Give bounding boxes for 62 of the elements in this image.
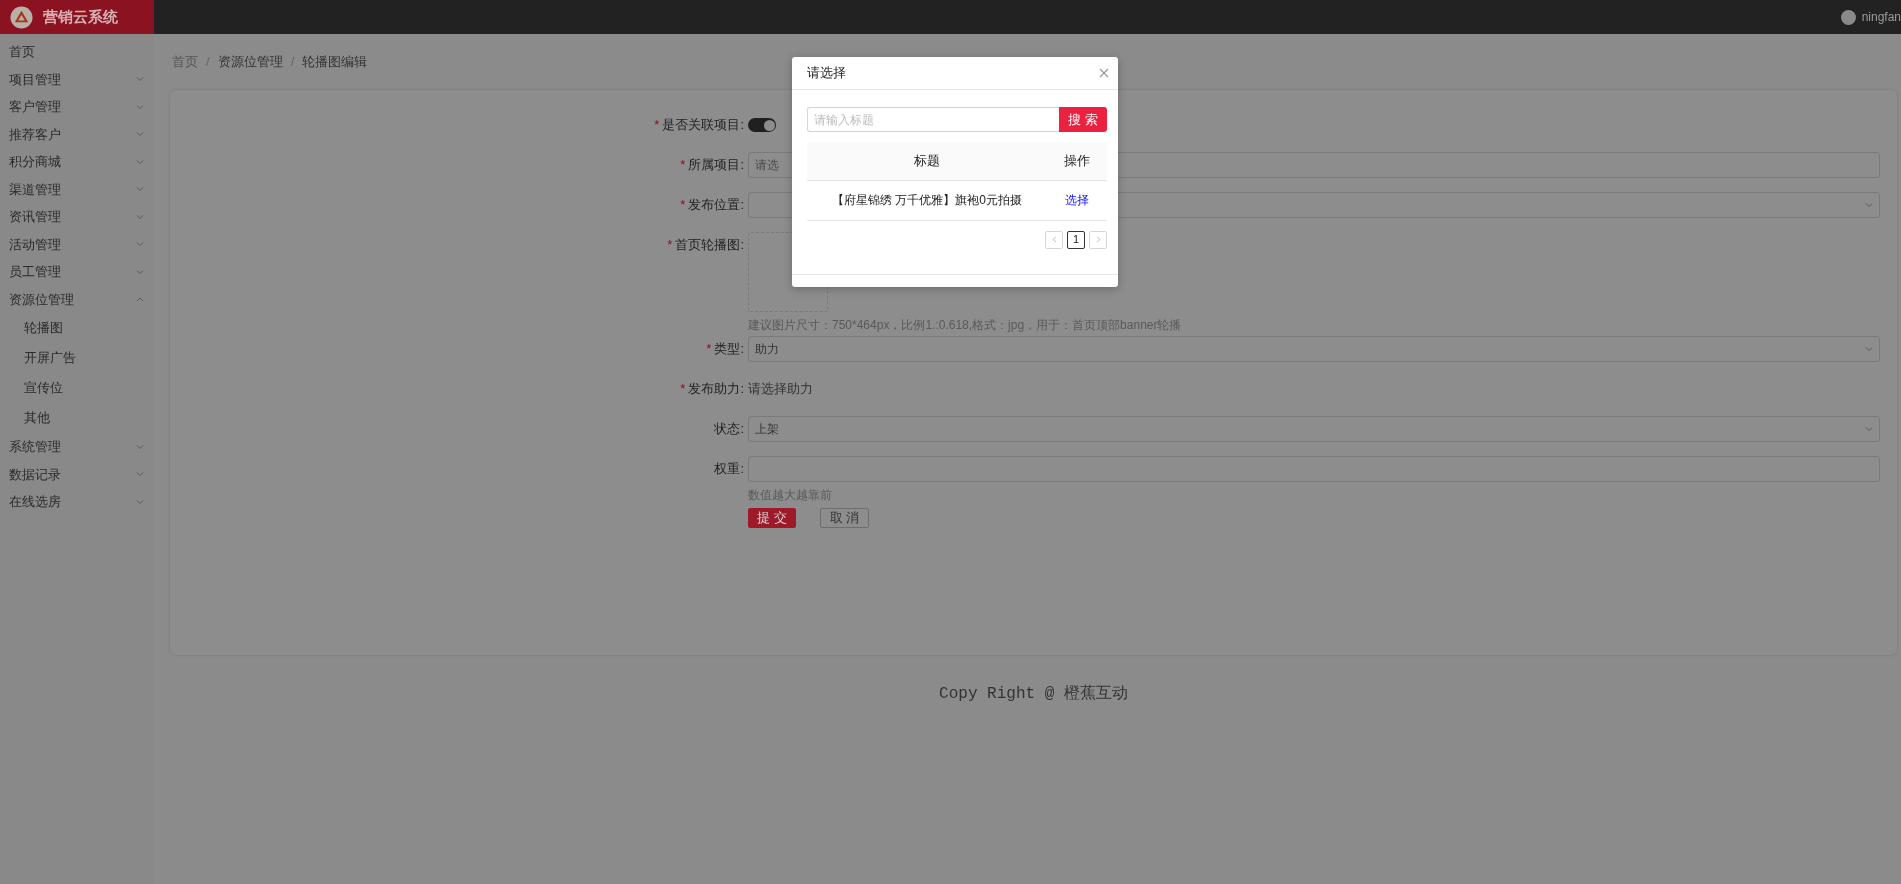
sidebar-item[interactable]: 客户管理 xyxy=(0,93,154,121)
required-mark: * xyxy=(680,157,686,172)
sidebar-item[interactable]: 活动管理 xyxy=(0,230,154,258)
breadcrumb-separator: / xyxy=(206,53,210,72)
breadcrumb-current: 轮播图编辑 xyxy=(302,53,368,72)
user-name[interactable]: ningfan xyxy=(1861,8,1901,26)
sidebar-item[interactable]: 项目管理 xyxy=(0,65,154,93)
page-button[interactable]: 1 xyxy=(1067,230,1085,249)
sidebar-subitem[interactable]: 宣传位 xyxy=(0,373,154,403)
previous-page-button[interactable] xyxy=(1045,230,1063,249)
search-field[interactable]: 请输入标题 xyxy=(807,107,1059,132)
chevron-down-icon xyxy=(1865,426,1873,432)
breadcrumb-link[interactable]: 资源位管理 xyxy=(217,52,283,72)
field-label: 首页轮播图: xyxy=(675,237,744,252)
field-label: 是否关联项目: xyxy=(662,117,744,132)
field-label: 所属项目: xyxy=(688,157,744,172)
column-header: 标题 xyxy=(807,142,1047,180)
sidebar-item[interactable]: 系统管理 xyxy=(0,433,154,461)
chevron-right-icon xyxy=(1095,236,1101,243)
sidebar-item[interactable]: 渠道管理 xyxy=(0,175,154,203)
sidebar-item[interactable]: 积分商城 xyxy=(0,148,154,176)
close-icon[interactable] xyxy=(1099,68,1109,78)
cancel-button[interactable]: 取 消 xyxy=(819,508,870,528)
logo-icon xyxy=(10,5,33,29)
next-page-button[interactable] xyxy=(1089,230,1107,249)
sidebar-subitem[interactable]: 其他 xyxy=(0,403,154,433)
select-field[interactable]: 助力 xyxy=(748,336,1880,362)
column-header: 操作 xyxy=(1047,142,1107,180)
breadcrumb-separator: / xyxy=(290,53,295,72)
field-label: 发布位置: xyxy=(688,197,744,212)
sidebar-item[interactable]: 资源位管理 xyxy=(0,285,154,313)
sidebar-item[interactable]: 首页 xyxy=(0,38,154,66)
search-button[interactable]: 搜 索 xyxy=(1059,107,1107,132)
footer-copyright: Copy Right @ 橙蕉互动 xyxy=(938,683,1129,705)
sidebar-subitem[interactable]: 开屏广告 xyxy=(0,343,154,373)
field-value: 请选择助力 xyxy=(748,380,814,398)
chevron-down-icon xyxy=(1865,202,1873,208)
sidebar-item[interactable]: 在线选房 xyxy=(0,488,154,516)
sidebar-item[interactable]: 员工管理 xyxy=(0,258,154,286)
chevron-left-icon xyxy=(1051,236,1057,243)
required-mark: * xyxy=(680,197,686,212)
field-label: 状态: xyxy=(714,421,744,436)
field-label: 类型: xyxy=(714,341,744,356)
required-mark: * xyxy=(667,237,673,252)
required-mark: * xyxy=(680,381,686,396)
chevron-down-icon xyxy=(1865,346,1873,352)
sidebar-item[interactable]: 数据记录 xyxy=(0,460,154,488)
select-link[interactable]: 选择 xyxy=(1065,193,1089,207)
required-mark: * xyxy=(706,341,712,356)
required-mark: * xyxy=(654,117,660,132)
sidebar-subitem[interactable]: 轮播图 xyxy=(0,313,154,343)
field-label: 发布助力: xyxy=(688,381,744,396)
dialog-title: 请选择 xyxy=(807,64,846,83)
sidebar-item[interactable]: 资讯管理 xyxy=(0,203,154,231)
app-name: 营销云系统 xyxy=(43,6,118,27)
submit-button[interactable]: 提 交 xyxy=(748,508,796,528)
select-field[interactable]: 上架 xyxy=(748,416,1880,442)
field-label: 权重: xyxy=(714,461,744,476)
sidebar-item[interactable]: 推荐客户 xyxy=(0,120,154,148)
toggle-switch[interactable] xyxy=(748,118,776,132)
user-avatar[interactable] xyxy=(1840,9,1856,25)
table-cell: 【府星锦绣 万千优雅】旗袍0元拍摄 xyxy=(807,180,1047,220)
